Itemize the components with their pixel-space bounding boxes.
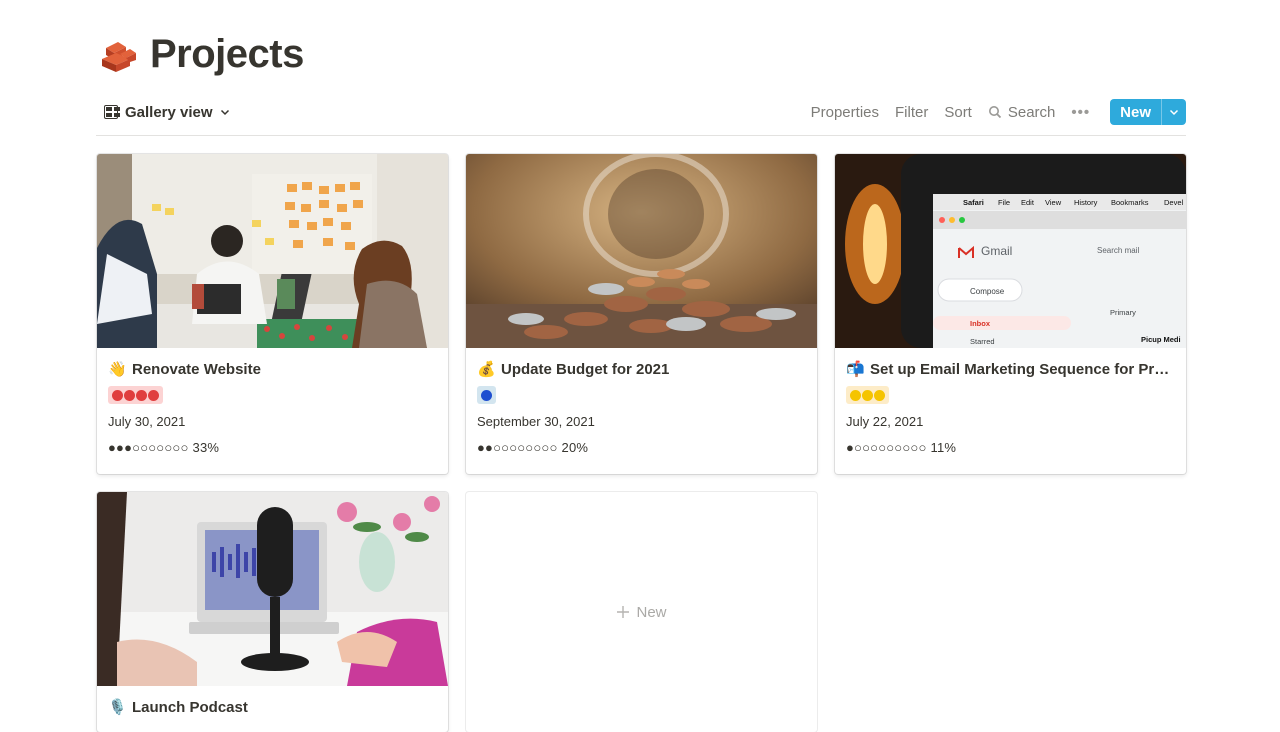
priority-dot xyxy=(850,389,861,401)
progress-dots: ●○○○○○○○○○ xyxy=(846,440,927,455)
card-date: September 30, 2021 xyxy=(477,414,595,429)
card-cover-image xyxy=(97,492,448,686)
chevron-down-icon xyxy=(220,109,229,116)
page-header: Projects xyxy=(100,30,304,78)
cover-menu-bookmarks: Bookmarks xyxy=(1111,198,1149,207)
card-progress: ●●●○○○○○○○ 33% xyxy=(97,438,448,458)
chevron-down-icon xyxy=(1169,109,1179,116)
card-date: July 30, 2021 xyxy=(108,414,186,429)
priority-dot xyxy=(862,389,873,401)
new-card-button[interactable]: New xyxy=(466,492,817,732)
priority-dot xyxy=(874,389,885,401)
card-emoji-icon: 💰 xyxy=(477,361,496,378)
filter-button[interactable]: Filter xyxy=(887,98,936,126)
cover-starred: Starred xyxy=(970,337,995,346)
cover-inbox: Inbox xyxy=(970,319,991,328)
page-title: Projects xyxy=(150,31,304,76)
priority-badge xyxy=(108,386,163,404)
card-date: July 22, 2021 xyxy=(846,414,924,429)
search-label: Search xyxy=(1007,103,1056,121)
gallery-card[interactable]: 💰 Update Budget for 2021 September 30, 2… xyxy=(466,154,817,474)
properties-button[interactable]: Properties xyxy=(803,98,887,126)
progress-percent: 33% xyxy=(192,440,220,455)
bricks-icon[interactable] xyxy=(100,34,138,74)
card-cover-image xyxy=(97,154,448,348)
gallery-icon xyxy=(104,105,120,119)
progress-dots: ●●○○○○○○○○ xyxy=(477,440,558,455)
priority-dot xyxy=(481,389,492,401)
priority-dot xyxy=(112,389,123,401)
plus-icon xyxy=(617,606,630,618)
card-cover-image: Safari File Edit View History Bookmarks … xyxy=(835,154,1186,348)
card-cover-image xyxy=(466,154,817,348)
card-title: Set up Email Marketing Sequence for Pro… xyxy=(870,360,1175,378)
search-icon xyxy=(988,106,1001,119)
card-progress: ●●○○○○○○○○ 20% xyxy=(466,438,817,458)
card-title: Launch Podcast xyxy=(132,698,248,716)
card-emoji-icon: 📬 xyxy=(846,361,865,378)
cover-menu-devel: Devel xyxy=(1164,198,1184,207)
database-toolbar: Gallery view Properties Filter Sort Sear… xyxy=(96,96,1186,128)
view-label: Gallery view xyxy=(125,103,213,121)
cover-gmail: Gmail xyxy=(981,244,1012,258)
gallery-card[interactable]: 🎙️ Launch Podcast xyxy=(97,492,448,732)
progress-percent: 20% xyxy=(561,440,589,455)
card-title: Renovate Website xyxy=(132,360,261,378)
cover-menu-safari: Safari xyxy=(963,198,984,207)
card-title: Update Budget for 2021 xyxy=(501,360,670,378)
cover-menu-edit: Edit xyxy=(1021,198,1035,207)
card-emoji-icon: 👋 xyxy=(108,361,127,378)
new-card-label: New xyxy=(636,603,667,621)
priority-dot xyxy=(136,389,147,401)
cover-search-mail: Search mail xyxy=(1097,246,1139,255)
cover-menu-history: History xyxy=(1074,198,1098,207)
cover-compose: Compose xyxy=(970,287,1005,296)
cover-picup: Picup Medi xyxy=(1141,335,1181,344)
new-button[interactable]: New xyxy=(1110,99,1161,125)
priority-dot xyxy=(124,389,135,401)
card-emoji-icon: 🎙️ xyxy=(108,699,127,716)
priority-badge xyxy=(477,386,496,404)
new-dropdown-button[interactable] xyxy=(1161,99,1186,125)
progress-dots: ●●●○○○○○○○ xyxy=(108,440,189,455)
progress-percent: 11% xyxy=(930,440,957,455)
new-button-group: New xyxy=(1110,99,1186,125)
priority-dot xyxy=(148,389,159,401)
cover-menu-file: File xyxy=(998,198,1010,207)
cover-primary: Primary xyxy=(1110,308,1136,317)
priority-badge xyxy=(846,386,889,404)
card-progress: ●○○○○○○○○○ 11% xyxy=(835,438,1186,458)
view-switcher[interactable]: Gallery view xyxy=(96,98,238,126)
cover-menu-view: View xyxy=(1045,198,1062,207)
sort-button[interactable]: Sort xyxy=(936,98,980,126)
search-button[interactable]: Search xyxy=(980,98,1064,126)
more-options-button[interactable]: ••• xyxy=(1063,98,1098,126)
gallery-card[interactable]: 👋 Renovate Website July 30, 2021 ●●●○○○○… xyxy=(97,154,448,474)
toolbar-divider xyxy=(96,135,1186,136)
gallery-card[interactable]: Safari File Edit View History Bookmarks … xyxy=(835,154,1186,474)
